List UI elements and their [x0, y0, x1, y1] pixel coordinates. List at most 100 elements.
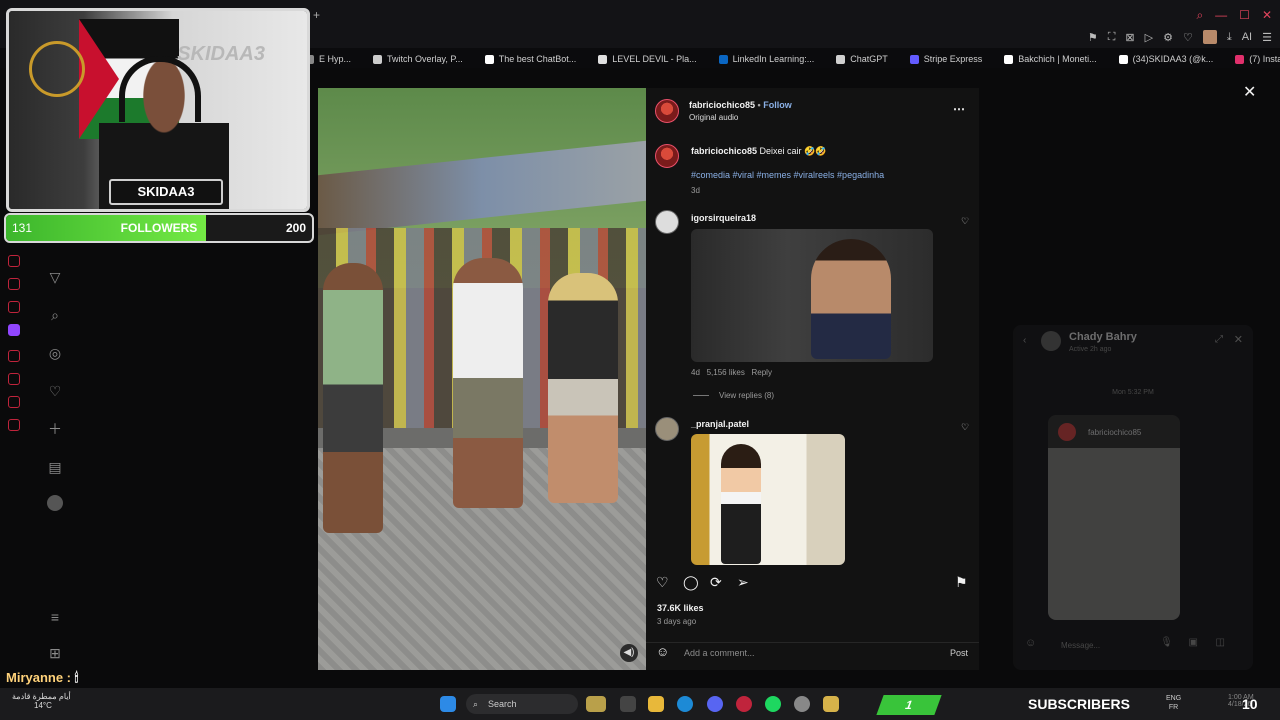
comment-author[interactable]: _pranjal.patel — [691, 419, 749, 429]
likes-count[interactable]: 37.6K likes — [657, 603, 704, 613]
follow-button[interactable]: Follow — [763, 100, 792, 110]
spotify-icon[interactable] — [765, 696, 781, 712]
bookmark-item[interactable]: Bakchich | Moneti... — [1004, 54, 1097, 64]
sidebar-app-icon[interactable] — [8, 350, 20, 362]
taskbar-search[interactable]: ⌕ Search — [466, 694, 578, 714]
ai-button[interactable]: AI — [1242, 31, 1252, 43]
task-view-icon[interactable] — [620, 696, 636, 712]
mute-icon[interactable]: ◀) — [620, 644, 638, 662]
commenter-avatar[interactable] — [655, 210, 679, 234]
caption-avatar[interactable] — [655, 144, 679, 168]
image-icon[interactable]: ▣ — [1189, 637, 1198, 648]
message-input[interactable]: Message... — [1061, 641, 1100, 650]
language-indicator[interactable]: ENG FR — [1166, 694, 1181, 712]
audio-link[interactable]: Original audio — [689, 113, 738, 122]
save-icon[interactable]: ⚑ — [955, 574, 968, 591]
sidebar-app-icon[interactable] — [8, 373, 20, 385]
bookmark-item[interactable]: E Hyp... — [305, 54, 351, 64]
sidebar-app-icon[interactable] — [8, 255, 20, 267]
apps-grid-icon[interactable]: ⊞ — [47, 645, 63, 661]
app-icon[interactable] — [823, 696, 839, 712]
bookmark-item[interactable]: (7) Instagram — [1235, 54, 1280, 64]
new-tab-button[interactable]: + — [313, 8, 320, 22]
edge-icon[interactable] — [677, 696, 693, 712]
comment-image[interactable] — [691, 229, 933, 362]
minimize-icon[interactable]: — — [1215, 8, 1227, 23]
mic-icon[interactable]: 🎙 — [1160, 637, 1173, 648]
comment-like-icon[interactable]: ♡ — [961, 216, 969, 227]
hashtags[interactable]: #comedia #viral #memes #viralreels #pega… — [691, 170, 884, 180]
contact-name[interactable]: Chady Bahry — [1069, 331, 1137, 343]
settings-icon[interactable] — [8, 419, 20, 431]
close-window-icon[interactable]: ✕ — [1262, 8, 1272, 23]
view-replies-label[interactable]: View replies (8) — [719, 391, 774, 400]
comment-author[interactable]: igorsirqueira18 — [691, 213, 756, 223]
maximize-icon[interactable]: ☐ — [1239, 8, 1250, 23]
more-options-icon[interactable]: ⋯ — [953, 102, 965, 116]
profile-avatar[interactable] — [47, 495, 63, 511]
contact-avatar[interactable] — [1041, 331, 1061, 351]
subscribers-label: SUBSCRIBERS — [1028, 696, 1130, 712]
weather-widget[interactable]: أيام ممطرة قادمة 14°C — [12, 692, 71, 710]
heart-icon[interactable]: ♡ — [1183, 31, 1193, 44]
close-icon[interactable]: ✕ — [1243, 82, 1256, 102]
emoji-icon[interactable]: ☺ — [656, 644, 669, 659]
comment-input[interactable]: Add a comment... — [684, 648, 755, 658]
bookmark-item[interactable]: Twitch Overlay, P... — [373, 54, 463, 64]
bookmark-item[interactable]: (34)SKIDAA3 (@k... — [1118, 54, 1213, 64]
commenter-avatar[interactable] — [655, 417, 679, 441]
caption-author[interactable]: fabriciochico85 — [691, 146, 757, 156]
bookmark-item[interactable]: LEVEL DEVIL - Pla... — [598, 54, 697, 64]
file-explorer-icon[interactable] — [648, 696, 664, 712]
emoji-icon[interactable]: ☺ — [1025, 637, 1036, 649]
bookmark-item[interactable]: LinkedIn Learning:... — [718, 54, 814, 64]
comment-like-icon[interactable]: ♡ — [961, 422, 969, 433]
opera-icon[interactable] — [736, 696, 752, 712]
shared-post[interactable]: fabriciochico85 — [1048, 415, 1180, 620]
search-icon[interactable]: ⌕ — [1196, 8, 1203, 23]
bookmark-item[interactable]: The best ChatBot... — [484, 54, 577, 64]
back-icon[interactable]: ‹ — [1023, 335, 1026, 346]
view-replies[interactable]: View replies (8) — [693, 391, 774, 400]
notifications-icon[interactable]: ♡ — [47, 383, 63, 399]
explore-icon[interactable]: ◎ — [47, 345, 63, 361]
bookmark-item[interactable]: Stripe Express — [909, 54, 982, 64]
bookmark-item[interactable]: ChatGPT — [836, 54, 888, 64]
settings-icon[interactable]: ⚙ — [1163, 31, 1173, 44]
share-icon[interactable]: ➢ — [737, 574, 749, 591]
widget-icon[interactable] — [586, 696, 606, 712]
post-comment-button[interactable]: Post — [950, 648, 968, 658]
reels-icon[interactable]: ▽ — [47, 269, 63, 285]
sidebar-app-icon[interactable] — [8, 396, 20, 408]
screenshot-icon[interactable]: ⛶ — [1108, 31, 1116, 44]
comment-image[interactable] — [691, 434, 845, 565]
repost-icon[interactable]: ⟳ — [710, 574, 722, 591]
extension-icon[interactable]: ⊠ — [1125, 31, 1134, 44]
reply-button[interactable]: Reply — [752, 368, 772, 377]
comment-icon[interactable]: ◯ — [683, 574, 699, 591]
create-icon[interactable]: ＋ — [47, 421, 63, 437]
bookmark-icon[interactable]: ⚑ — [1088, 31, 1098, 44]
close-icon[interactable]: ✕ — [1234, 333, 1243, 346]
post-author-name[interactable]: fabriciochico85 — [689, 100, 755, 110]
twitch-icon[interactable] — [8, 324, 20, 336]
sticker-icon[interactable]: ◫ — [1216, 637, 1225, 648]
play-icon[interactable]: ▷ — [1145, 31, 1153, 44]
expand-icon[interactable]: ⤢ — [1215, 334, 1223, 345]
bookmark-label: The best ChatBot... — [498, 54, 577, 64]
menu-icon[interactable]: ☰ — [1262, 31, 1272, 44]
profile-avatar[interactable] — [1202, 30, 1217, 44]
post-author[interactable]: fabriciochico85 • Follow — [689, 100, 792, 110]
post-video[interactable] — [318, 88, 646, 670]
download-icon[interactable]: ⤓ — [1227, 31, 1232, 44]
obs-icon[interactable] — [794, 696, 810, 712]
author-avatar[interactable] — [655, 99, 679, 123]
more-menu-icon[interactable]: ≡ — [47, 609, 63, 625]
dashboard-icon[interactable]: ▤ — [47, 459, 63, 475]
discord-icon[interactable] — [707, 696, 723, 712]
search-icon[interactable]: ⌕ — [47, 307, 63, 323]
start-icon[interactable] — [440, 696, 456, 712]
like-icon[interactable]: ♡ — [656, 574, 669, 591]
sidebar-app-icon[interactable] — [8, 301, 20, 313]
sidebar-app-icon[interactable] — [8, 278, 20, 290]
